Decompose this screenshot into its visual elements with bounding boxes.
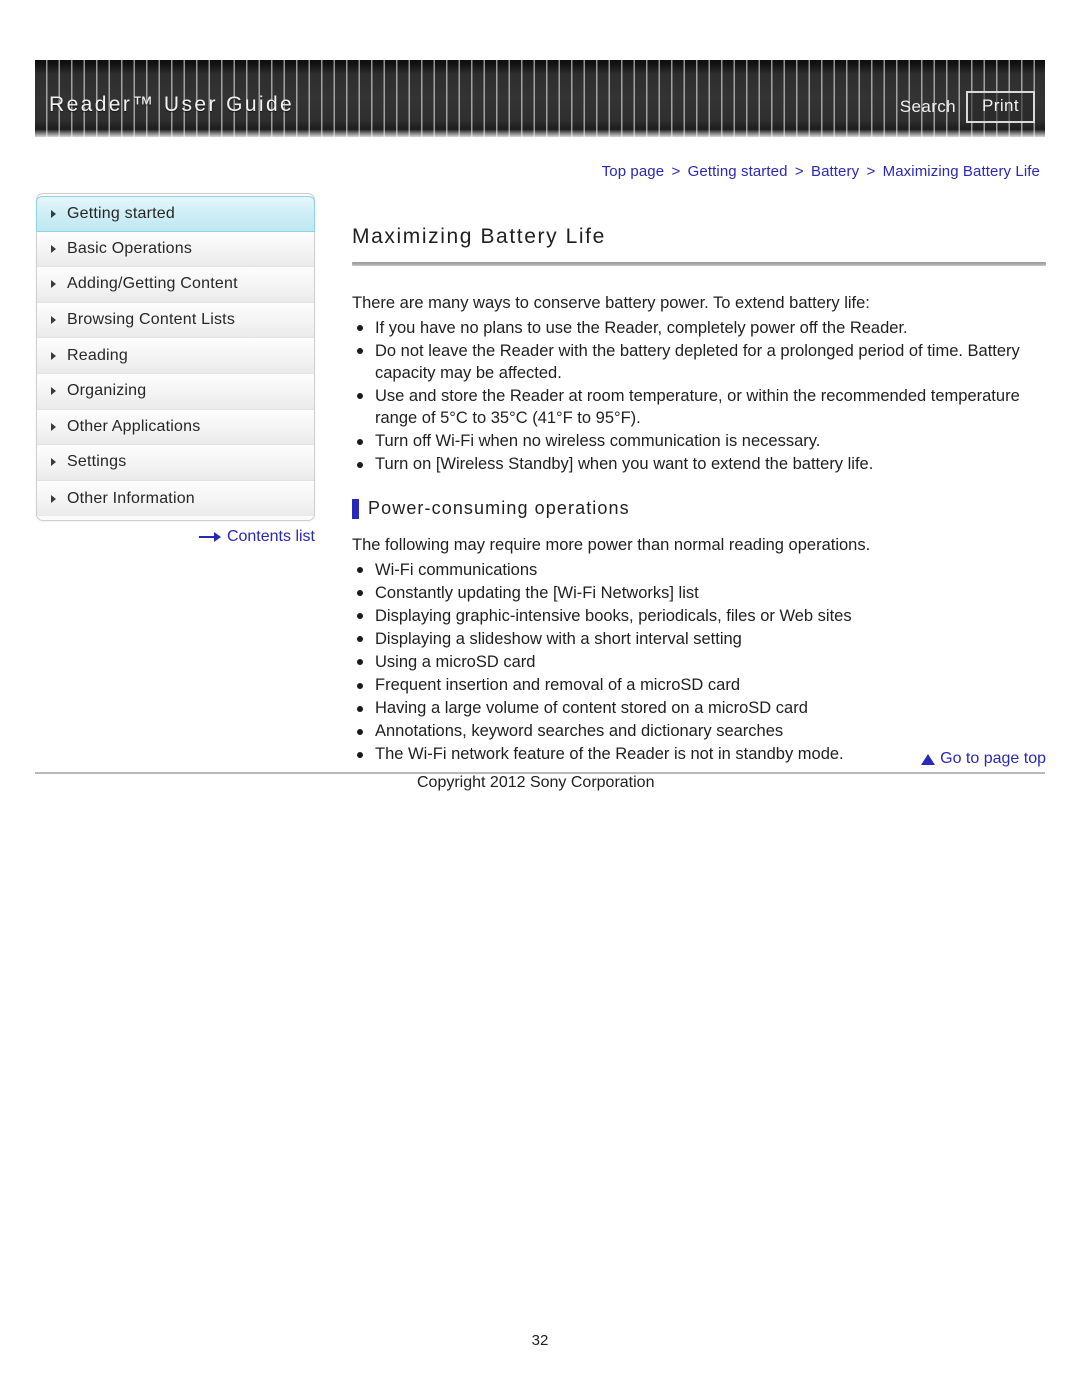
sidebar-item-label: Getting started	[67, 204, 175, 222]
main-content: Maximizing Battery Life There are many w…	[352, 224, 1046, 767]
list-item: Constantly updating the [Wi-Fi Networks]…	[352, 582, 1046, 604]
copyright-text: Copyright 2012 Sony Corporation	[417, 774, 655, 791]
section-heading: Power-consuming operations	[352, 498, 1046, 519]
breadcrumb-item-battery[interactable]: Battery	[811, 163, 859, 180]
list-item: Having a large volume of content stored …	[352, 697, 1046, 719]
header-banner: Reader™ User Guide Search Print	[35, 60, 1045, 137]
caret-right-icon	[51, 316, 56, 325]
list-item: Use and store the Reader at room tempera…	[352, 385, 1046, 429]
title-divider	[352, 262, 1046, 267]
caret-right-icon	[51, 209, 56, 218]
list-item: Wi-Fi communications	[352, 559, 1046, 581]
sidebar-item-settings[interactable]: Settings	[37, 445, 314, 481]
breadcrumb-item-top-page[interactable]: Top page	[602, 163, 665, 180]
caret-right-icon	[51, 387, 56, 396]
intro-paragraph: There are many ways to conserve battery …	[352, 294, 870, 313]
list-item: Do not leave the Reader with the battery…	[352, 340, 1046, 384]
list-item: Frequent insertion and removal of a micr…	[352, 674, 1046, 696]
caret-right-icon	[51, 422, 56, 431]
triangle-up-icon	[921, 753, 936, 765]
sidebar-item-adding-getting-content[interactable]: Adding/Getting Content	[37, 267, 314, 303]
sidebar-item-label: Basic Operations	[67, 239, 193, 257]
sidebar-item-other-information[interactable]: Other Information	[37, 480, 314, 517]
sidebar-item-label: Browsing Content Lists	[67, 311, 236, 329]
arrow-right-icon	[198, 532, 221, 542]
page-number: 32	[531, 1332, 549, 1349]
page-title: Maximizing Battery Life	[352, 225, 606, 248]
sidebar-navigation: Getting started Basic Operations Adding/…	[36, 193, 315, 522]
sidebar-item-label: Adding/Getting Content	[67, 275, 238, 293]
app-title: Reader™ User Guide	[49, 93, 295, 116]
power-consuming-operations-list: Wi-Fi communications Constantly updating…	[352, 559, 1046, 766]
header-actions: Search Print	[900, 91, 1035, 123]
sidebar-item-browsing-content-lists[interactable]: Browsing Content Lists	[37, 302, 314, 339]
sidebar-item-label: Organizing	[67, 382, 147, 400]
sidebar-item-label: Settings	[67, 453, 127, 471]
caret-right-icon	[51, 351, 56, 360]
breadcrumb-separator: >	[671, 163, 681, 180]
sidebar-item-label: Reading	[67, 346, 129, 364]
print-button[interactable]: Print	[966, 91, 1035, 123]
list-item: Displaying a slideshow with a short inte…	[352, 628, 1046, 650]
caret-right-icon	[51, 494, 56, 503]
sidebar-item-organizing[interactable]: Organizing	[37, 373, 314, 410]
breadcrumb-item-getting-started[interactable]: Getting started	[688, 163, 788, 180]
sidebar-item-basic-operations[interactable]: Basic Operations	[37, 231, 314, 268]
caret-right-icon	[51, 244, 56, 253]
sidebar-item-other-applications[interactable]: Other Applications	[37, 409, 314, 446]
sidebar-item-label: Other Information	[67, 489, 195, 507]
sidebar-item-label: Other Applications	[67, 417, 201, 435]
breadcrumb-separator: >	[866, 163, 876, 180]
breadcrumb-item-maximizing-battery-life[interactable]: Maximizing Battery Life	[883, 163, 1040, 180]
breadcrumb-separator: >	[794, 163, 804, 180]
sidebar-item-getting-started[interactable]: Getting started	[36, 196, 315, 232]
search-button[interactable]: Search	[900, 97, 956, 117]
caret-right-icon	[51, 458, 56, 467]
list-item: If you have no plans to use the Reader, …	[352, 317, 1046, 339]
battery-tips-list: If you have no plans to use the Reader, …	[352, 317, 1046, 476]
list-item: Annotations, keyword searches and dictio…	[352, 720, 1046, 742]
breadcrumb: Top page > Getting started > Battery > M…	[602, 163, 1040, 180]
list-item: Turn off Wi-Fi when no wireless communic…	[352, 430, 1046, 452]
list-item: Displaying graphic-intensive books, peri…	[352, 605, 1046, 627]
caret-right-icon	[51, 280, 56, 289]
section-heading-text: Power-consuming operations	[368, 498, 630, 519]
contents-list-label: Contents list	[226, 528, 315, 545]
list-item: Using a microSD card	[352, 651, 1046, 673]
section-paragraph: The following may require more power tha…	[352, 536, 871, 555]
go-to-page-top-label: Go to page top	[940, 750, 1046, 767]
sidebar-item-reading[interactable]: Reading	[37, 338, 314, 374]
go-to-page-top-link[interactable]: Go to page top	[352, 750, 1046, 768]
section-accent-bar	[352, 498, 359, 519]
list-item: Turn on [Wireless Standby] when you want…	[352, 453, 1046, 475]
contents-list-link[interactable]: Contents list	[36, 528, 315, 546]
